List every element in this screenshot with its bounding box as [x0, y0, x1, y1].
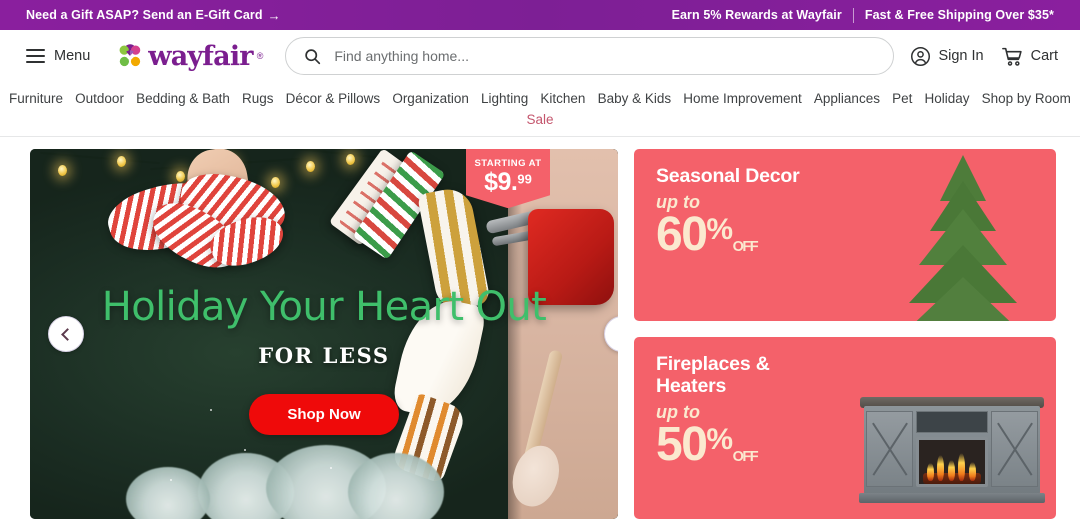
chevron-right-icon — [614, 327, 618, 341]
promo-card-discount: 60 % OFF — [656, 208, 800, 262]
promo-banner: Need a Gift ASAP? Send an E-Gift Card → … — [0, 0, 1080, 30]
hamburger-icon — [26, 49, 45, 63]
promo-card-off-label: OFF — [732, 448, 759, 465]
nav-item-pet[interactable]: Pet — [889, 89, 915, 108]
hero-copy: Holiday Your Heart Out FOR LESS Shop Now — [30, 285, 618, 435]
promo-divider — [852, 7, 854, 23]
promo-card-discount: 50 % OFF — [656, 418, 770, 472]
search-bar[interactable] — [285, 37, 895, 75]
cart-label: Cart — [1030, 48, 1058, 64]
menu-button-label: Menu — [54, 48, 91, 64]
hero-carousel-slide[interactable]: STARTING AT $9.99 Holiday Your Heart Out… — [30, 149, 618, 519]
chevron-left-icon — [61, 327, 74, 341]
arrow-right-icon: → — [267, 7, 281, 23]
user-circle-icon — [911, 46, 931, 66]
shopping-cart-icon — [1001, 47, 1022, 66]
nav-item-rugs[interactable]: Rugs — [239, 89, 277, 108]
promo-card-percent-value: 50 — [656, 418, 708, 472]
nav-item-kitchen[interactable]: Kitchen — [537, 89, 588, 108]
sign-in-label: Sign In — [938, 48, 984, 64]
promo-card-off-label: OFF — [732, 238, 759, 255]
nav-item-home-improvement[interactable]: Home Improvement — [680, 89, 805, 108]
egift-card-promo-text: Need a Gift ASAP? Send an E-Gift Card — [26, 8, 263, 22]
site-header: Menu wayfair ® Si — [0, 30, 1080, 82]
sale-nav-row: Sale — [0, 112, 1080, 136]
christmas-tree-image — [904, 155, 1022, 321]
carousel-prev-button[interactable] — [48, 316, 84, 352]
promo-card-title: Seasonal Decor — [656, 165, 800, 187]
hero-shop-now-button[interactable]: Shop Now — [249, 394, 399, 435]
cart-button[interactable]: Cart — [1001, 46, 1058, 67]
nav-item-baby-kids[interactable]: Baby & Kids — [595, 89, 675, 108]
nav-item-bedding-bath[interactable]: Bedding & Bath — [133, 89, 233, 108]
wayfair-logo[interactable]: wayfair ® — [116, 42, 263, 70]
main-content: STARTING AT $9.99 Holiday Your Heart Out… — [0, 137, 1080, 519]
egift-card-promo-link[interactable]: Need a Gift ASAP? Send an E-Gift Card → — [26, 8, 281, 22]
percent-symbol-icon: % — [706, 213, 733, 247]
hero-subtitle: FOR LESS — [258, 343, 390, 368]
search-icon — [305, 48, 321, 64]
nav-item-shop-by-room[interactable]: Shop by Room — [979, 89, 1074, 108]
hero-title: Holiday Your Heart Out — [101, 284, 547, 330]
promo-card-title-line2: Heaters — [656, 375, 727, 398]
shipping-promo-text[interactable]: Fast & Free Shipping Over $35* — [865, 8, 1054, 22]
nav-item-sale[interactable]: Sale — [526, 112, 553, 127]
wayfair-logo-text: wayfair — [148, 40, 253, 72]
promo-banner-right: Earn 5% Rewards at Wayfair Fast & Free S… — [672, 7, 1054, 23]
promo-card-fireplaces-heaters[interactable]: Fireplaces & Heaters up to 50 % OFF — [634, 337, 1056, 519]
menu-button[interactable]: Menu — [26, 48, 90, 64]
search-input[interactable] — [334, 48, 876, 64]
nav-item-lighting[interactable]: Lighting — [478, 89, 531, 108]
promo-card-seasonal-decor[interactable]: Seasonal Decor up to 60 % OFF — [634, 149, 1056, 321]
nav-item-holiday[interactable]: Holiday — [921, 89, 972, 108]
wayfair-pinwheel-icon — [119, 44, 141, 67]
electric-fireplace-image — [859, 397, 1045, 503]
percent-symbol-icon: % — [706, 423, 733, 457]
promo-card-copy: Seasonal Decor up to 60 % OFF — [656, 165, 800, 262]
registered-trademark-icon: ® — [256, 51, 264, 61]
nav-item-furniture[interactable]: Furniture — [6, 89, 66, 108]
nav-item-organization[interactable]: Organization — [389, 89, 472, 108]
header-actions: Sign In Cart — [910, 46, 1058, 67]
promo-card-title-line1: Fireplaces & — [656, 353, 770, 375]
price-badge-cents: 99 — [517, 171, 532, 187]
nav-item-outdoor[interactable]: Outdoor — [72, 89, 127, 108]
sign-in-button[interactable]: Sign In — [910, 46, 984, 67]
category-nav: Furniture Outdoor Bedding & Bath Rugs Dé… — [0, 82, 1080, 112]
promo-cards: Seasonal Decor up to 60 % OFF Fireplaces… — [634, 149, 1056, 519]
price-badge-amount: $9. — [484, 168, 518, 196]
promo-card-percent-value: 60 — [656, 208, 708, 262]
nav-item-decor-pillows[interactable]: Décor & Pillows — [283, 89, 384, 108]
promo-card-copy: Fireplaces & Heaters up to 50 % OFF — [656, 353, 770, 472]
nav-item-appliances[interactable]: Appliances — [811, 89, 883, 108]
rewards-promo-text[interactable]: Earn 5% Rewards at Wayfair — [672, 8, 842, 22]
